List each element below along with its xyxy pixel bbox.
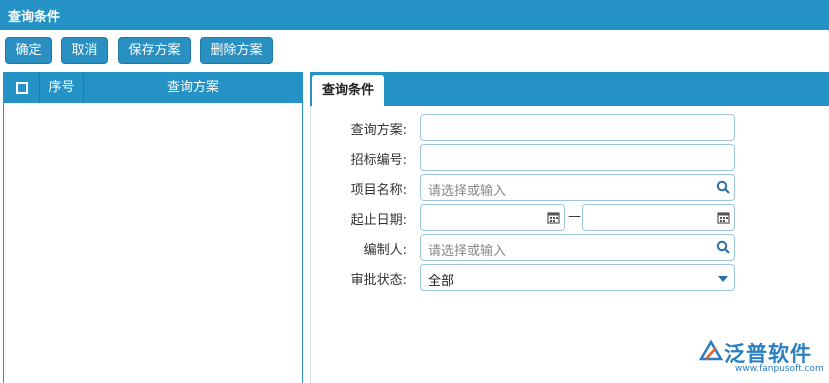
search-icon[interactable] [716,180,730,194]
logo-icon [698,339,724,361]
bid-no-label: 招标编号: [350,153,407,168]
brand-logo: 泛普软件 www.fanpusoft.com [698,336,824,376]
toolbar: 确定 取消 保存方案 删除方案 [0,30,829,70]
cancel-button[interactable]: 取消 [61,37,108,64]
chevron-down-icon[interactable] [718,276,728,282]
date-separator: — [568,209,581,224]
project-placeholder: 请选择或输入 [428,184,507,199]
end-date-input[interactable] [582,204,735,231]
tab-strip: 查询条件 [310,72,829,106]
calendar-icon[interactable] [547,211,560,224]
title-bar: 查询条件 [0,0,829,30]
preparer-label: 编制人: [363,243,407,258]
confirm-button[interactable]: 确定 [5,37,52,64]
select-all-checkbox[interactable] [16,82,28,94]
preparer-input[interactable]: 请选择或输入 [420,234,735,261]
scheme-label: 查询方案: [350,123,407,138]
search-icon[interactable] [716,240,730,254]
window-title: 查询条件 [8,10,61,25]
project-input[interactable]: 请选择或输入 [420,174,735,201]
brand-url: www.fanpusoft.com [735,364,824,374]
status-label: 审批状态: [350,273,407,288]
grid-header: 序号 查询方案 [4,73,302,103]
column-header-scheme[interactable]: 查询方案 [84,73,302,103]
scheme-input[interactable] [420,114,735,141]
column-header-index[interactable]: 序号 [40,73,84,103]
preparer-placeholder: 请选择或输入 [428,244,507,259]
select-all-cell [4,73,40,103]
tab-query-conditions[interactable]: 查询条件 [312,75,384,106]
date-label: 起止日期: [350,213,407,228]
project-label: 项目名称: [350,183,407,198]
scheme-list-panel: 序号 查询方案 [3,72,303,383]
start-date-input[interactable] [420,204,565,231]
status-select[interactable]: 全部 [420,264,735,291]
bid-no-input[interactable] [420,144,735,171]
status-value: 全部 [428,274,455,289]
delete-scheme-button[interactable]: 删除方案 [200,37,273,64]
calendar-icon[interactable] [717,211,730,224]
save-scheme-button[interactable]: 保存方案 [118,37,191,64]
